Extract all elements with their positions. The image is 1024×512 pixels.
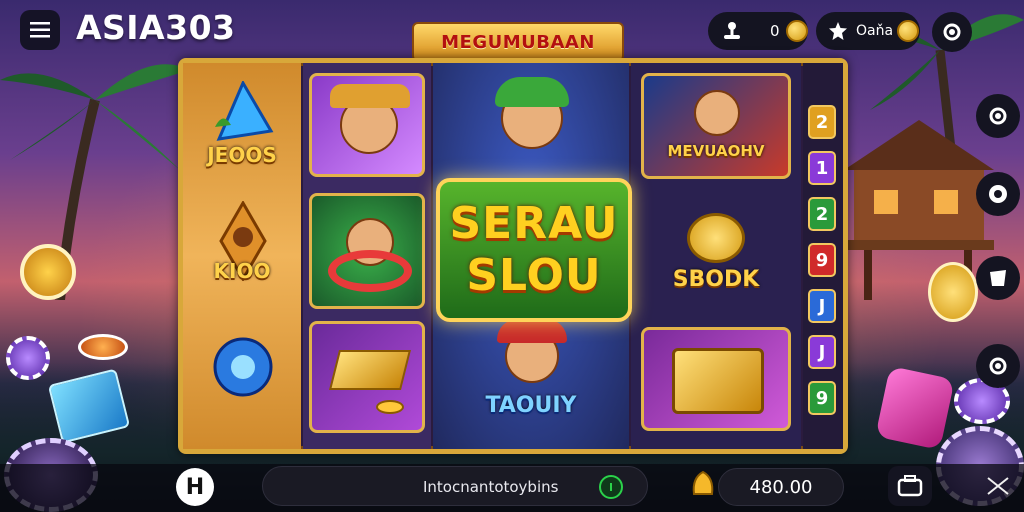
- reel-1: [303, 63, 431, 449]
- reel-number: 2: [808, 197, 836, 231]
- reel-numbers: 2 1 2 9 J J 9: [803, 63, 843, 449]
- green-hat-icon: [495, 77, 569, 107]
- gold-bar-tile: [309, 321, 425, 433]
- tile-label-kioo: KIOO: [213, 259, 271, 283]
- blue-crystal-icon: [215, 81, 274, 141]
- treasure-box-icon: [672, 348, 764, 414]
- center-logo-line1: SERAU: [449, 198, 619, 249]
- settings-button[interactable]: [932, 12, 972, 52]
- gold-coin-icon: [20, 244, 76, 300]
- gold-coin-icon: [928, 262, 978, 322]
- game-title-banner: MEGUMUBAAN: [412, 22, 624, 62]
- gold-bell-icon: [692, 470, 714, 495]
- reel-number: 2: [808, 105, 836, 139]
- blue-orb-icon: [213, 337, 273, 397]
- gold-coin-icon: [376, 400, 404, 414]
- gems-pill[interactable]: Oaňa: [816, 12, 920, 50]
- star-badge-icon: [829, 22, 847, 40]
- character-face-icon: [694, 90, 740, 136]
- settings-side-button[interactable]: [976, 344, 1020, 388]
- hamburger-menu-icon: [30, 22, 50, 38]
- character-tile-mevuaohv: MEVUAOHV: [641, 73, 791, 179]
- wallet-button[interactable]: [888, 466, 932, 506]
- reel-number: 9: [808, 243, 836, 277]
- game-title: MEGUMUBAAN: [441, 31, 595, 53]
- center-logo-line2: SLOU: [466, 250, 602, 301]
- reel-3: MEVUAOHV SBODK: [631, 63, 801, 449]
- menu-button[interactable]: [20, 10, 60, 50]
- hash-label: H: [185, 474, 205, 500]
- hat-icon: [330, 84, 410, 108]
- reel-number: J: [808, 289, 836, 323]
- tile-label-mevuaohv: MEVUAOHV: [667, 142, 765, 160]
- coin-icon: [785, 20, 808, 42]
- balance-display: 480.00: [718, 468, 844, 506]
- gold-coin-stack-icon: [897, 20, 920, 42]
- gems-label: Oaňa: [856, 23, 894, 39]
- joystick-icon: [724, 22, 740, 39]
- balance-value: 480.00: [749, 476, 813, 498]
- support-side-button[interactable]: [976, 172, 1020, 216]
- gear-icon: [989, 357, 1007, 375]
- reel-left: JEOOS KIOO: [183, 63, 301, 449]
- bucket-icon: [990, 270, 1006, 286]
- gear-side-button[interactable]: [976, 94, 1020, 138]
- wallet-icon: [897, 475, 923, 497]
- hash-button[interactable]: H: [176, 468, 214, 506]
- tile-label-sbodk: SBODK: [672, 267, 760, 292]
- orange-chip-icon: [78, 334, 128, 360]
- lifebuoy-icon: [328, 250, 412, 292]
- tile-label-jeoos: JEOOS: [207, 143, 277, 167]
- gear-icon: [943, 23, 961, 41]
- purple-chip-icon: [6, 336, 50, 380]
- brand-logo: ASIA303: [76, 8, 236, 47]
- support-icon: [989, 185, 1007, 203]
- gear-icon: [989, 107, 1007, 125]
- close-mute-icon[interactable]: [984, 474, 1012, 498]
- tile-label-taouiy: TAOUIY: [485, 393, 577, 418]
- treasure-box-tile: [641, 327, 791, 431]
- reel-number: J: [808, 335, 836, 369]
- gold-bar-icon: [329, 350, 411, 390]
- center-game-logo: SERAU SLOU: [436, 178, 632, 322]
- reel-number: 9: [808, 381, 836, 415]
- character-tile-lifebuoy: [309, 193, 425, 309]
- info-message-bar[interactable]: Intocnantotoybins: [262, 466, 648, 506]
- reel-number: 1: [808, 151, 836, 185]
- character-tile-pirate: [309, 73, 425, 177]
- info-text: Intocnantotoybins: [423, 478, 559, 496]
- play-indicator-icon[interactable]: [599, 475, 623, 499]
- red-hat-icon: [497, 319, 567, 343]
- bucket-side-button[interactable]: [976, 256, 1020, 300]
- coins-value: 0: [770, 22, 780, 40]
- gold-coin-icon: [687, 213, 745, 263]
- coins-balance-pill[interactable]: 0: [708, 12, 808, 50]
